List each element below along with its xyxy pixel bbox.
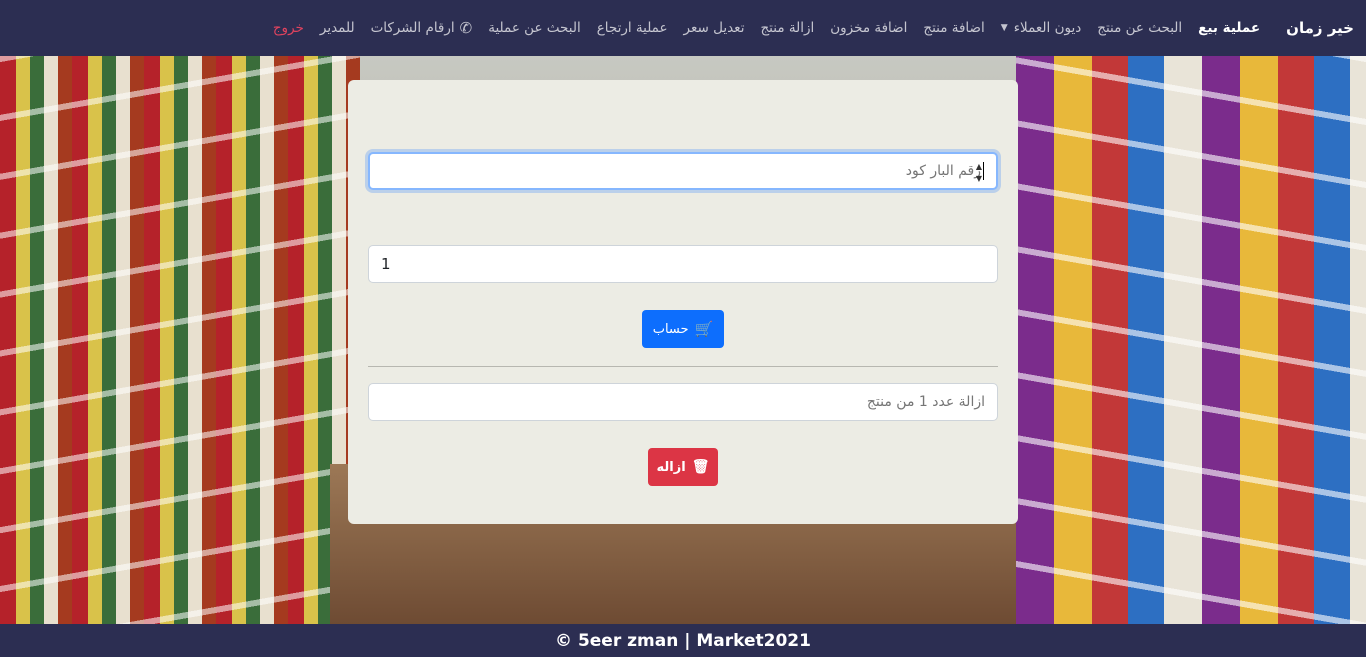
nav-sale-label: عملية بيع (1198, 20, 1261, 36)
nav-customer-debts-dropdown[interactable]: ديون العملاء ▼ (993, 20, 1089, 36)
nav-manager-label: للمدير (319, 20, 355, 36)
barcode-input[interactable]: رقم البار كود ▲ ▼ (368, 152, 998, 190)
nav-edit-price-label: تعديل سعر (683, 20, 745, 36)
nav-search-operation-label: البحث عن عملية (488, 20, 581, 36)
caret-down-icon: ▼ (1000, 23, 1008, 33)
nav-add-product[interactable]: اضافة منتج (915, 20, 992, 36)
sale-panel: رقم البار كود ▲ ▼ 1 🛒 حساب ازالة عدد 1 م… (348, 80, 1018, 524)
nav-remove-product[interactable]: ازالة منتج (752, 20, 822, 36)
remove-button[interactable]: 🗑 ازاله (648, 448, 718, 486)
calculate-button[interactable]: 🛒 حساب (642, 310, 724, 348)
remove-placeholder: ازالة عدد 1 من منتج (866, 394, 985, 410)
brand-logo[interactable]: خير زمان (1286, 19, 1354, 37)
nav-customer-debts-label: ديون العملاء (1013, 20, 1082, 36)
nav-search-product-label: البحث عن منتج (1097, 20, 1183, 36)
spinner-down-icon[interactable]: ▼ (976, 174, 982, 184)
nav-sale[interactable]: عملية بيع (1190, 20, 1268, 36)
nav-search-operation[interactable]: البحث عن عملية (480, 20, 588, 36)
barcode-placeholder: رقم البار كود (905, 163, 981, 179)
footer-text: © 5eer zman | Market2021 (555, 630, 811, 651)
nav-edit-price[interactable]: تعديل سعر (676, 20, 753, 36)
nav-return[interactable]: عملية ارتجاع (589, 20, 676, 36)
nav-add-stock-label: اضافة مخزون (830, 20, 908, 36)
nav-manager[interactable]: للمدير (312, 20, 363, 36)
navbar: خير زمان عملية بيع البحث عن منتج ديون ال… (0, 0, 1366, 56)
nav-links: عملية بيع البحث عن منتج ديون العملاء ▼ اض… (265, 19, 1268, 37)
calculate-button-label: حساب (652, 321, 689, 337)
nav-company-numbers-label: ارقام الشركات (370, 20, 455, 36)
nav-company-numbers[interactable]: ✆ ارقام الشركات (363, 19, 481, 37)
remove-product-input[interactable]: ازالة عدد 1 من منتج (368, 383, 998, 421)
nav-remove-product-label: ازالة منتج (760, 20, 815, 36)
nav-logout-label: خروج (272, 20, 304, 36)
remove-button-label: ازاله (656, 459, 686, 475)
spinner-up-icon[interactable]: ▲ (976, 162, 982, 172)
footer: © 5eer zman | Market2021 (0, 624, 1366, 657)
nav-add-product-label: اضافة منتج (923, 20, 985, 36)
quantity-input[interactable]: 1 (368, 245, 998, 283)
divider (368, 366, 998, 367)
number-spinner[interactable]: ▲ ▼ (972, 162, 986, 184)
nav-return-label: عملية ارتجاع (596, 20, 668, 36)
shelf-right-image (1016, 56, 1366, 624)
phone-icon: ✆ (459, 19, 473, 37)
quantity-value: 1 (381, 255, 391, 273)
nav-add-stock[interactable]: اضافة مخزون (822, 20, 915, 36)
trash-icon: 🗑 (691, 459, 710, 475)
nav-logout[interactable]: خروج (265, 20, 312, 36)
shelf-left-image (0, 56, 360, 624)
cart-icon: 🛒 (694, 320, 714, 338)
nav-search-product[interactable]: البحث عن منتج (1089, 20, 1190, 36)
